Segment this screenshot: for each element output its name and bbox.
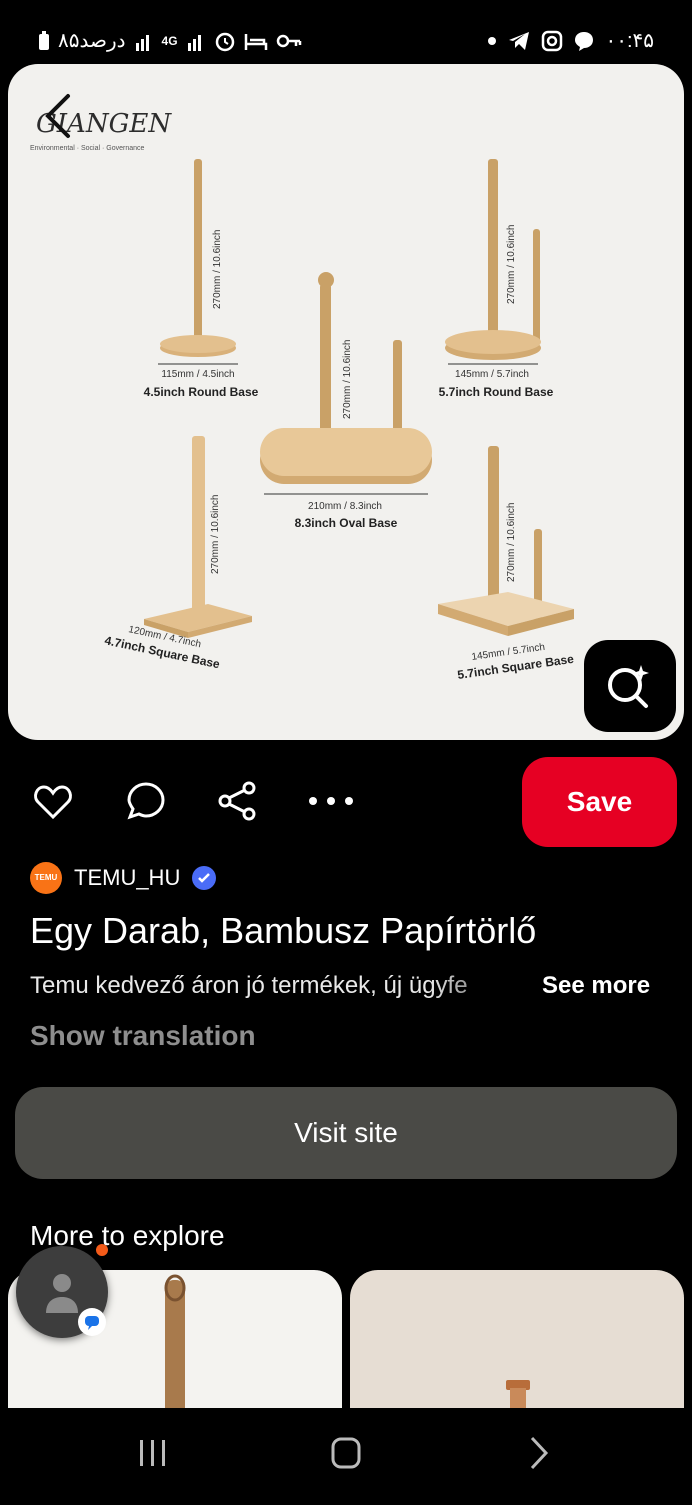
visit-site-button[interactable]: Visit site <box>15 1087 677 1179</box>
comment-icon <box>127 782 165 820</box>
visual-search-button[interactable] <box>584 640 676 732</box>
product-height: 270mm / 10.6inch <box>342 340 353 420</box>
alarm-icon <box>215 32 234 51</box>
description-fade <box>430 972 540 1004</box>
creator-name[interactable]: TEMU_HU <box>74 865 180 891</box>
product-height: 270mm / 10.6inch <box>506 503 517 583</box>
notification-dot <box>96 1244 108 1256</box>
back-nav-icon <box>530 1436 549 1470</box>
chat-icon <box>85 1316 99 1330</box>
comment-button[interactable] <box>125 780 167 822</box>
product-illustration: GIANGEN Environmental · Social · Governa… <box>30 109 575 682</box>
product-height: 270mm / 10.6inch <box>210 495 221 575</box>
visual-search-icon <box>608 665 649 708</box>
system-navigation-bar <box>0 1408 692 1500</box>
instagram-icon <box>542 30 563 51</box>
product-dimension: 210mm / 8.3inch <box>308 501 382 512</box>
pin-title: Egy Darab, Bambusz Papírtörlő <box>30 910 537 951</box>
key-icon <box>276 34 301 47</box>
more-icon <box>309 797 353 805</box>
back-icon <box>45 94 70 138</box>
bed-icon <box>244 33 267 50</box>
clock: ۰۰:۴۵ <box>605 30 654 52</box>
telegram-icon <box>509 31 530 50</box>
recent-apps-icon <box>140 1440 165 1466</box>
like-button[interactable] <box>32 780 74 822</box>
checkmark-icon <box>198 873 211 883</box>
explore-pin-thumbnail[interactable] <box>350 1270 684 1430</box>
user-icon <box>46 1274 78 1313</box>
creator-avatar[interactable]: TEMU <box>30 862 62 894</box>
signal-icon <box>135 34 149 51</box>
status-bar: ۸۵درصد 4G ۰۰:۴۵ <box>0 0 692 64</box>
product-height: 270mm / 10.6inch <box>212 230 223 310</box>
product-height: 270mm / 10.6inch <box>506 225 517 305</box>
product-name: 8.3inch Oval Base <box>295 516 398 530</box>
battery-icon <box>39 30 49 50</box>
nav-buttons <box>140 1436 549 1470</box>
see-more-link[interactable]: See more <box>542 972 650 1000</box>
product-name: 4.5inch Round Base <box>144 385 259 399</box>
notification-dot-icon <box>488 36 497 45</box>
status-left: ۸۵درصد 4G <box>38 28 302 53</box>
chat-badge <box>78 1308 106 1336</box>
signal-icon <box>187 34 201 51</box>
product-dimension: 115mm / 4.5inch <box>161 369 234 380</box>
thumbnail-image <box>506 1380 530 1430</box>
battery-text: ۸۵درصد <box>58 30 126 52</box>
network-type: 4G <box>161 33 178 48</box>
share-icon <box>218 781 256 821</box>
brand-tagline: Environmental · Social · Governance <box>30 145 144 152</box>
heart-icon <box>34 785 72 820</box>
home-icon <box>331 1437 361 1469</box>
share-button[interactable] <box>217 780 259 822</box>
show-translation-link[interactable]: Show translation <box>30 1020 256 1052</box>
back-button[interactable] <box>38 90 78 142</box>
creator-row[interactable]: TEMU TEMU_HU <box>30 862 217 894</box>
product-name: 5.7inch Round Base <box>439 385 554 399</box>
message-icon <box>575 31 594 51</box>
more-options-button[interactable] <box>307 780 353 822</box>
status-right: ۰۰:۴۵ <box>487 28 654 53</box>
verified-badge <box>192 866 217 890</box>
pin-image[interactable]: GIANGEN Environmental · Social · Governa… <box>8 64 684 740</box>
product-dimension: 145mm / 5.7inch <box>455 369 529 380</box>
save-button[interactable]: Save <box>522 757 677 847</box>
